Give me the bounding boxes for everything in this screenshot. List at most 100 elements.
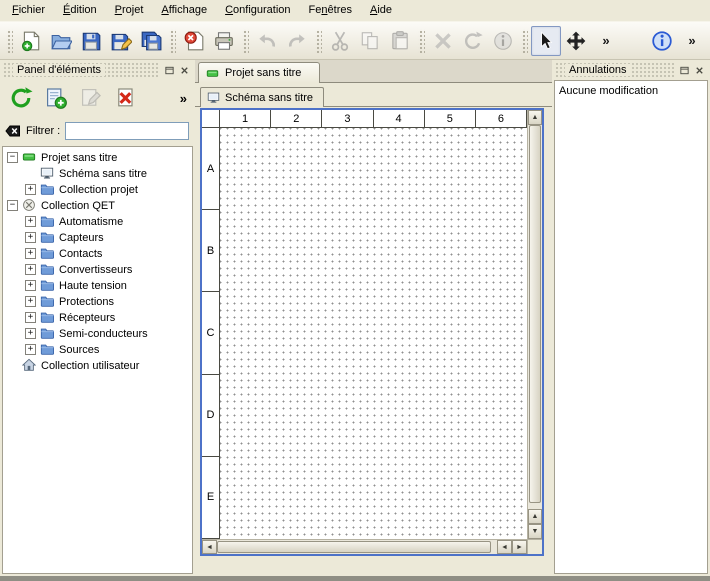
- tree-item-contacts[interactable]: +Contacts: [3, 245, 192, 261]
- scroll-up-button-bottom[interactable]: ▲: [528, 509, 542, 524]
- vscroll-track[interactable]: [528, 125, 542, 509]
- undo-dock: Annulations Aucune modification: [552, 60, 710, 576]
- hscroll-thumb[interactable]: [217, 541, 491, 553]
- home-icon: [22, 358, 36, 372]
- delete-element-button[interactable]: [111, 83, 141, 113]
- tree-item-sources[interactable]: +Sources: [3, 341, 192, 357]
- tree-item-label: Collection QET: [41, 199, 115, 212]
- new-document-button[interactable]: [16, 26, 46, 56]
- move-view-button[interactable]: [561, 26, 591, 56]
- vertical-scrollbar[interactable]: ▲ ▲ ▼: [527, 110, 542, 539]
- expand-icon[interactable]: +: [25, 296, 36, 307]
- project-tab-bar: Projet sans titre: [195, 60, 552, 83]
- redo-button[interactable]: [282, 26, 312, 56]
- reload-collections-button[interactable]: [6, 83, 36, 113]
- help-overflow-button[interactable]: »: [677, 26, 707, 56]
- toolbar-overflow-button[interactable]: »: [591, 26, 621, 56]
- expand-icon[interactable]: +: [25, 184, 36, 195]
- tree-item-re-cepteurs[interactable]: +Récepteurs: [3, 309, 192, 325]
- expand-icon[interactable]: +: [25, 216, 36, 227]
- tree-item-capteurs[interactable]: +Capteurs: [3, 229, 192, 245]
- expand-icon[interactable]: +: [25, 232, 36, 243]
- close-dock-button[interactable]: [692, 63, 707, 77]
- close-dock-button[interactable]: [177, 63, 192, 77]
- close-file-button[interactable]: [179, 26, 209, 56]
- hscroll-track[interactable]: [217, 540, 497, 554]
- float-dock-button[interactable]: [677, 63, 692, 77]
- window-bottom-edge: [0, 576, 710, 581]
- menu-fichier[interactable]: Fichier: [3, 1, 54, 20]
- expand-icon[interactable]: +: [25, 328, 36, 339]
- open-project-button[interactable]: [46, 26, 76, 56]
- filter-input[interactable]: [65, 122, 189, 140]
- schema-canvas[interactable]: [220, 128, 527, 539]
- tree-item-convertisseurs[interactable]: +Convertisseurs: [3, 261, 192, 277]
- save-as-button[interactable]: [106, 26, 136, 56]
- scroll-right-button[interactable]: ►: [512, 540, 527, 554]
- scroll-down-button[interactable]: ▼: [528, 524, 542, 539]
- expand-icon[interactable]: +: [25, 248, 36, 259]
- tree-item-automatisme[interactable]: +Automatisme: [3, 213, 192, 229]
- undo-list: Aucune modification: [554, 80, 708, 574]
- scroll-left-button[interactable]: ◄: [202, 540, 217, 554]
- undo-list-item[interactable]: Aucune modification: [559, 83, 703, 99]
- float-icon: [679, 65, 690, 76]
- tree-item-protections[interactable]: +Protections: [3, 293, 192, 309]
- expand-icon[interactable]: +: [25, 280, 36, 291]
- tree-item-collection-utilisateur[interactable]: Collection utilisateur: [3, 357, 192, 373]
- cut-button[interactable]: [325, 26, 355, 56]
- save-all-button[interactable]: [136, 26, 166, 56]
- undo-dock-titlebar[interactable]: Annulations: [555, 62, 707, 78]
- panel-toolbar-overflow[interactable]: »: [180, 91, 189, 106]
- undo-button[interactable]: [252, 26, 282, 56]
- tab-schema[interactable]: Schéma sans titre: [200, 87, 324, 107]
- tab-project[interactable]: Projet sans titre: [198, 62, 320, 83]
- collapse-icon[interactable]: −: [7, 152, 18, 163]
- tree-item-label: Collection projet: [59, 183, 138, 196]
- elements-panel-titlebar[interactable]: Panel d'éléments: [3, 62, 192, 78]
- expand-icon[interactable]: +: [25, 312, 36, 323]
- scroll-left-button-right[interactable]: ◄: [497, 540, 512, 554]
- menu-fene-tres[interactable]: Fenêtres: [300, 1, 361, 20]
- tree-item-semi-conducteurs[interactable]: +Semi-conducteurs: [3, 325, 192, 341]
- close-icon: [694, 65, 705, 76]
- collapse-icon[interactable]: −: [7, 200, 18, 211]
- menu-aide[interactable]: Aide: [361, 1, 401, 20]
- menu-configuration[interactable]: Configuration: [216, 1, 299, 20]
- tree-item-label: Collection utilisateur: [41, 359, 139, 372]
- select-pointer-button[interactable]: [531, 26, 561, 56]
- vscroll-thumb[interactable]: [529, 125, 541, 503]
- menu-affichage[interactable]: Affichage: [152, 1, 216, 20]
- menu-projet[interactable]: Projet: [106, 1, 153, 20]
- save-button[interactable]: [76, 26, 106, 56]
- menu-e-dition[interactable]: Édition: [54, 1, 106, 20]
- close-icon: [179, 65, 190, 76]
- new-element-button[interactable]: [41, 83, 71, 113]
- paste-button[interactable]: [385, 26, 415, 56]
- expand-icon[interactable]: +: [25, 344, 36, 355]
- copy-button[interactable]: [355, 26, 385, 56]
- info-button[interactable]: [488, 26, 518, 56]
- expand-icon[interactable]: +: [25, 264, 36, 275]
- float-dock-button[interactable]: [162, 63, 177, 77]
- edit-element-button[interactable]: [76, 83, 106, 113]
- tree-item-sche-ma-sans-titre[interactable]: Schéma sans titre: [3, 165, 192, 181]
- row-header-c: C: [202, 292, 219, 374]
- elements-panel-dock: Panel d'éléments » Filtrer : −Projet san…: [0, 60, 195, 576]
- tree-item-projet-sans-titre[interactable]: −Projet sans titre: [3, 149, 192, 165]
- tree-item-collection-qet[interactable]: − Collection QET: [3, 197, 192, 213]
- delete-button[interactable]: [428, 26, 458, 56]
- elements-tree: −Projet sans titreSchéma sans titre + Coll…: [2, 146, 193, 574]
- qet-icon: [22, 198, 36, 212]
- edit-element-icon: [79, 86, 103, 110]
- tree-item-collection-projet[interactable]: + Collection projet: [3, 181, 192, 197]
- print-button[interactable]: [209, 26, 239, 56]
- folder-icon: [40, 342, 54, 356]
- about-button[interactable]: [647, 26, 677, 56]
- filter-row: Filtrer :: [0, 117, 195, 145]
- horizontal-scrollbar[interactable]: ◄ ◄ ►: [202, 539, 527, 554]
- tree-item-haute-tension[interactable]: +Haute tension: [3, 277, 192, 293]
- clear-filter-icon[interactable]: [5, 123, 21, 139]
- scroll-up-button[interactable]: ▲: [528, 110, 542, 125]
- rotate-button[interactable]: [458, 26, 488, 56]
